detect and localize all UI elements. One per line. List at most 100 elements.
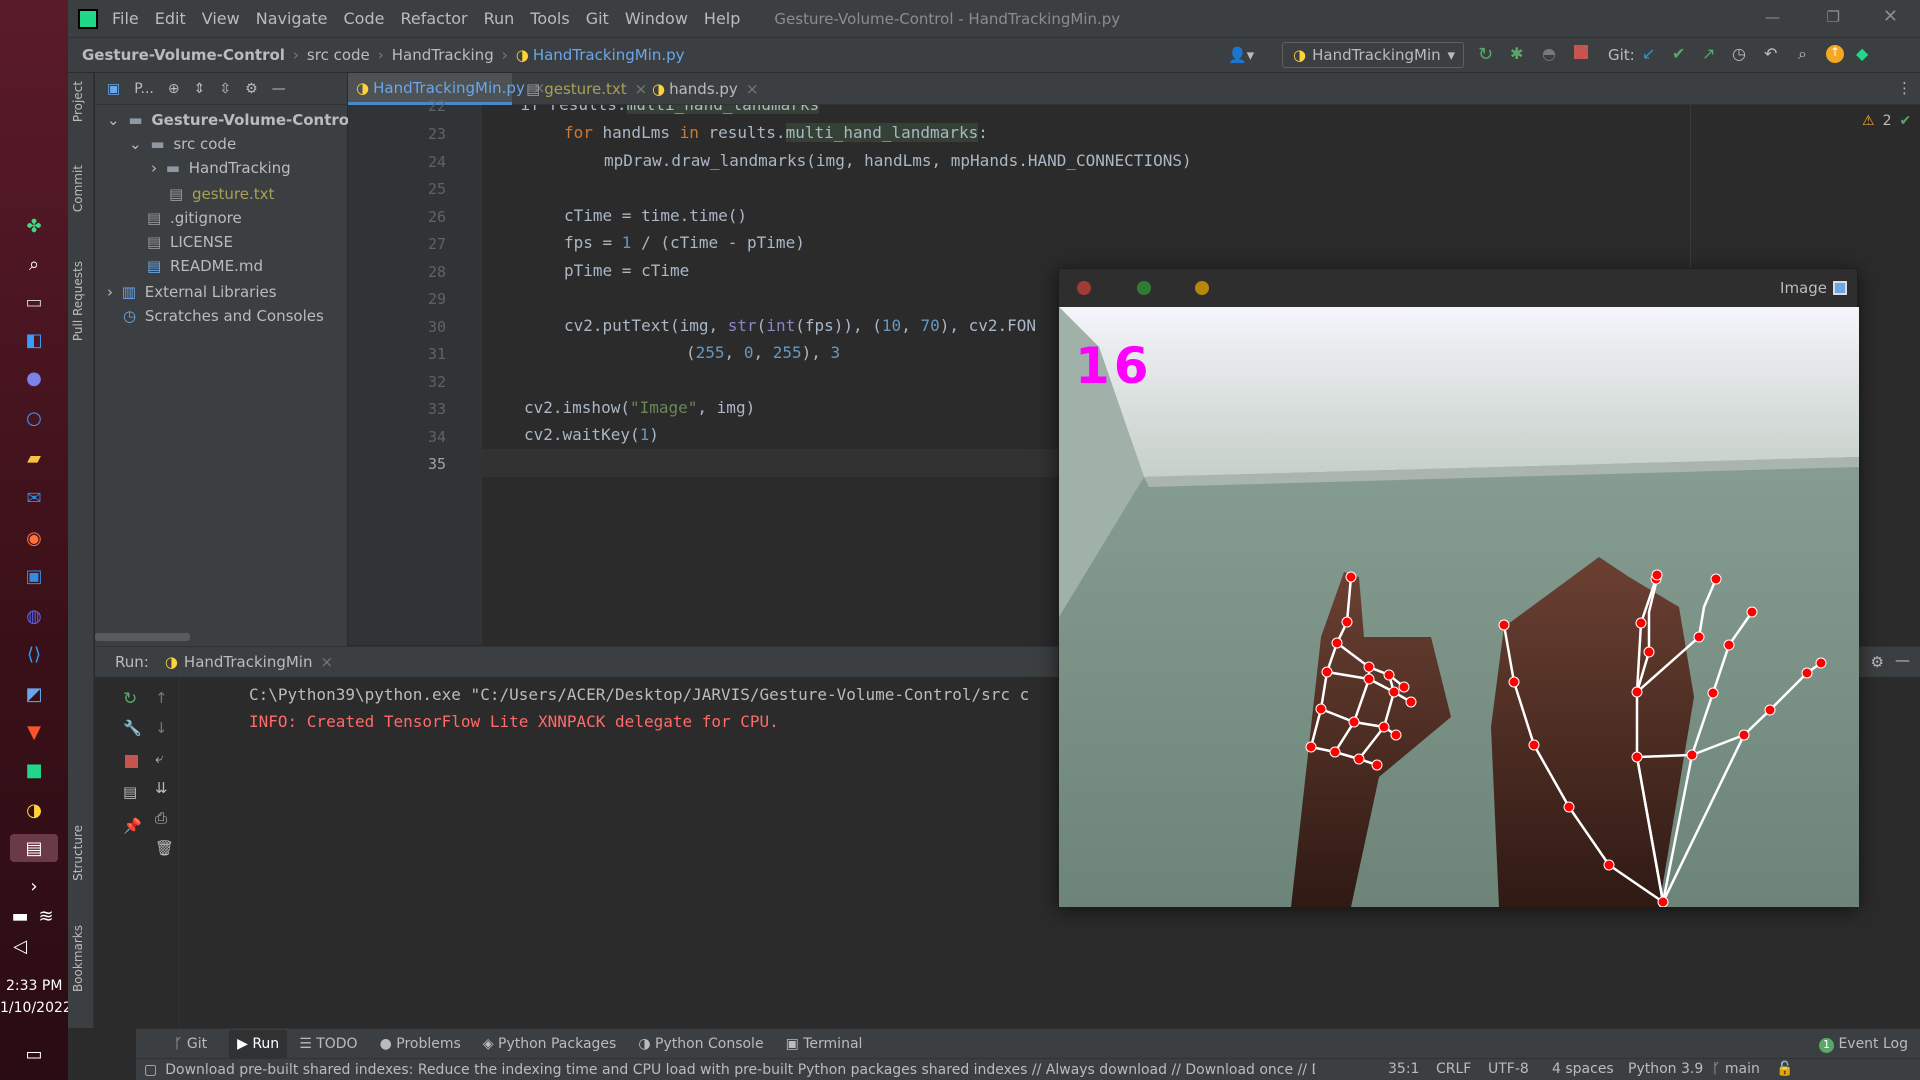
minimize-dot-icon[interactable] [1195,281,1209,295]
wifi-icon[interactable]: ≋ [32,902,60,930]
tree-item-external-libraries[interactable]: › ▥ External Libraries [107,283,277,301]
menu-help[interactable]: Help [704,9,740,28]
menu-view[interactable]: View [202,9,240,28]
python-console-tool-tab[interactable]: ◑ Python Console [638,1036,763,1052]
pin-icon[interactable]: 📌 [123,817,142,835]
scroll-to-end-icon[interactable]: ⇊ [155,779,168,797]
rerun-icon[interactable]: ↻ [1478,44,1493,65]
horizontal-scrollbar[interactable] [95,633,190,641]
tree-item-src-code[interactable]: ⌄ ▬ src code [129,135,236,153]
file-encoding[interactable]: UTF-8 [1488,1061,1529,1077]
layout-icon[interactable]: ▤ [123,783,137,801]
collapse-all-icon[interactable]: ⇳ [219,81,231,97]
git-tool-tab[interactable]: ᚴ Git [174,1036,207,1052]
tree-root[interactable]: ⌄ ▬ Gesture-Volume-Control C: [107,111,381,129]
problems-tool-tab[interactable]: ● Problems [380,1036,461,1052]
project-tool-tab[interactable]: Project [71,81,85,122]
expand-all-icon[interactable]: ⇕ [194,81,206,97]
chevron-right-icon[interactable]: › [20,872,48,900]
structure-tool-tab[interactable]: Structure [71,825,85,881]
brave-icon[interactable]: ▼ [20,718,48,746]
menu-run[interactable]: Run [484,9,515,28]
tree-item-gesture-txt[interactable]: ▤ gesture.txt [169,185,274,203]
breadcrumb-folder[interactable]: src code [307,46,370,64]
gear-icon[interactable]: ⚙ [245,81,258,97]
python-icon[interactable]: ◑ [20,796,48,824]
terminal-tool-tab[interactable]: ▣ Terminal [786,1036,863,1052]
maximize-dot-icon[interactable] [1137,281,1151,295]
git-push-icon[interactable]: ↗ [1702,44,1715,63]
menu-refactor[interactable]: Refactor [400,9,467,28]
chat-icon[interactable]: ● [20,364,48,392]
mail-icon[interactable]: ✉ [20,484,48,512]
python-packages-tool-tab[interactable]: ◈ Python Packages [483,1036,617,1052]
tree-item-handtracking[interactable]: › ▬ HandTracking [151,159,291,177]
line-separator[interactable]: CRLF [1436,1061,1471,1077]
close-dot-icon[interactable] [1077,281,1091,295]
notification-icon[interactable]: ▭ [20,1040,48,1068]
wrench-icon[interactable]: 🔧 [123,719,142,737]
tab-gesture-txt[interactable]: ▤ gesture.txt × [518,73,647,105]
commit-tool-tab[interactable]: Commit [71,165,85,212]
stop-icon[interactable] [1574,45,1588,59]
app-icon[interactable]: ◩ [20,680,48,708]
vscode-icon[interactable]: ⟨⟩ [20,640,48,668]
down-icon[interactable]: ↓ [155,719,168,737]
more-icon[interactable]: ⋮ [1897,79,1912,97]
app-icon[interactable]: ◧ [20,326,48,354]
task-view-icon[interactable]: ▭ [20,288,48,316]
indent-setting[interactable]: 4 spaces [1552,1061,1614,1077]
menu-tools[interactable]: Tools [530,9,569,28]
update-icon[interactable]: ↑ [1826,45,1844,63]
rerun-icon[interactable]: ↻ [123,689,137,709]
project-view-icon[interactable]: ▣ [107,81,120,97]
pull-requests-tool-tab[interactable]: Pull Requests [71,261,85,341]
tree-item-readme[interactable]: ▤ README.md [147,257,263,275]
hide-icon[interactable]: — [1895,651,1910,669]
menu-file[interactable]: File [112,9,139,28]
menu-code[interactable]: Code [344,9,385,28]
restore-icon[interactable]: ❐ [1827,8,1840,26]
app-icon[interactable]: ✤ [20,212,48,240]
project-view-select[interactable]: P... [134,81,154,97]
soft-wrap-icon[interactable]: ⤶ [155,749,163,767]
print-icon[interactable]: ⎙ [155,809,167,827]
search-icon[interactable]: ⌕ [20,250,48,278]
locate-icon[interactable]: ⊕ [168,81,180,97]
trash-icon[interactable]: 🗑 [155,839,174,857]
pycharm-icon[interactable]: ■ [20,756,48,784]
close-tab-icon[interactable]: × [320,653,333,671]
stop-icon[interactable] [125,755,138,768]
plugin-icon[interactable]: ◆ [1856,44,1868,63]
run-tool-tab[interactable]: ▶ Run [229,1029,288,1058]
store-icon[interactable]: ▣ [20,562,48,590]
python-interpreter[interactable]: Python 3.9 [1628,1061,1703,1077]
search-icon[interactable]: ⌕ [1798,44,1807,64]
bookmarks-tool-tab[interactable]: Bookmarks [71,925,85,992]
breadcrumb-subfolder[interactable]: HandTracking [392,46,494,64]
up-icon[interactable]: ↑ [155,689,168,707]
todo-tool-tab[interactable]: ☰ TODO [299,1036,357,1052]
tree-item-scratches[interactable]: ◷ Scratches and Consoles [123,307,324,325]
breadcrumb-project[interactable]: Gesture-Volume-Control [82,46,285,64]
menu-edit[interactable]: Edit [155,9,186,28]
status-message[interactable]: Download pre-built shared indexes: Reduc… [165,1062,1315,1078]
git-update-icon[interactable]: ↙ [1642,44,1655,63]
run-config-select[interactable]: ◑ HandTrackingMin ▾ [1282,42,1464,68]
tab-hands-py[interactable]: ◑ hands.py × [644,73,758,105]
layout-icon[interactable]: ▢ [144,1062,157,1078]
folder-icon[interactable]: ▰ [20,444,48,472]
close-tab-icon[interactable]: × [746,80,759,98]
close-icon[interactable]: ✕ [1883,6,1898,27]
battery-icon[interactable]: ▬ [6,902,34,930]
event-log-tool-tab[interactable]: 1 Event Log [1818,1036,1908,1053]
rollback-icon[interactable]: ↶ [1764,44,1777,63]
minimize-icon[interactable]: — [1765,8,1780,26]
opencv-image-window[interactable]: Image 16 [1058,268,1859,907]
volume-icon[interactable]: ◁ [6,932,34,960]
firefox-icon[interactable]: ◉ [20,524,48,552]
git-commit-icon[interactable]: ✔ [1672,44,1685,63]
inspection-widget[interactable]: ⚠2 ✔1 ˄˅ [1862,113,1920,129]
tree-item-gitignore[interactable]: ▤ .gitignore [147,209,242,227]
menu-window[interactable]: Window [625,9,688,28]
